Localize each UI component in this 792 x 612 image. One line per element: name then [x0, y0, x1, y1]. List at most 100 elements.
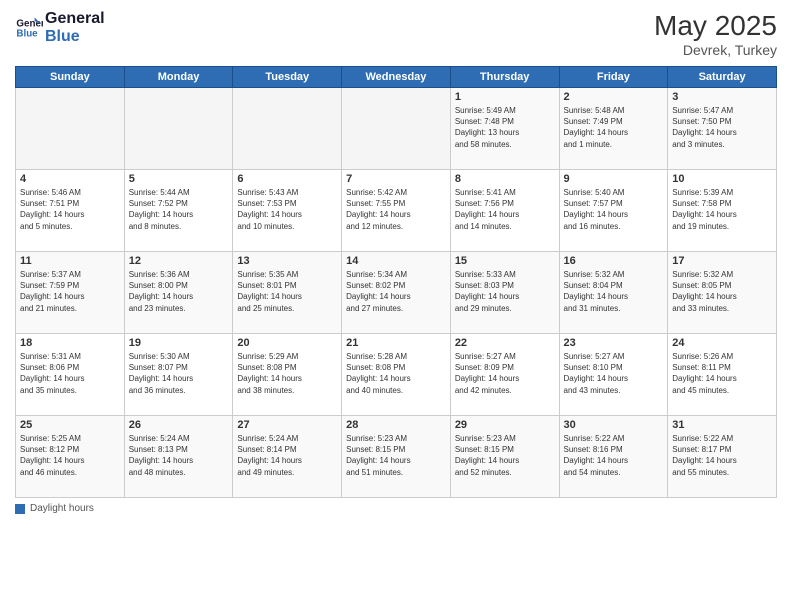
header-saturday: Saturday [668, 67, 777, 88]
header-wednesday: Wednesday [342, 67, 451, 88]
calendar-cell: 9 Sunrise: 5:40 AM Sunset: 7:57 PM Daylig… [559, 170, 668, 252]
day-info: Sunrise: 5:41 AM Sunset: 7:56 PM Dayligh… [455, 187, 555, 232]
day-info: Sunrise: 5:43 AM Sunset: 7:53 PM Dayligh… [237, 187, 337, 232]
calendar-header-row: Sunday Monday Tuesday Wednesday Thursday… [16, 67, 777, 88]
day-number: 17 [672, 255, 772, 267]
calendar-week-5: 25Sunrise: 5:25 AM Sunset: 8:12 PM Dayli… [16, 416, 777, 498]
header: General Blue General Blue May 2025 Devre… [15, 10, 777, 58]
calendar-cell: 21 Sunrise: 5:28 AM Sunset: 8:08 PM Dayli… [342, 334, 451, 416]
calendar-cell: 30Sunrise: 5:22 AM Sunset: 8:16 PM Dayli… [559, 416, 668, 498]
day-number: 3 [672, 91, 772, 103]
calendar-cell: 26 Sunrise: 5:24 AM Sunset: 8:13 PM Dayli… [124, 416, 233, 498]
calendar-cell: 24 Sunrise: 5:26 AM Sunset: 8:11 PM Dayli… [668, 334, 777, 416]
logo-icon: General Blue [15, 14, 43, 42]
footer-label: Daylight hours [30, 503, 94, 514]
calendar-cell: 6 Sunrise: 5:43 AM Sunset: 7:53 PM Daylig… [233, 170, 342, 252]
calendar-week-2: 4Sunrise: 5:46 AM Sunset: 7:51 PM Daylig… [16, 170, 777, 252]
calendar-cell [16, 88, 125, 170]
calendar-cell: 28 Sunrise: 5:23 AM Sunset: 8:15 PM Dayli… [342, 416, 451, 498]
day-number: 31 [672, 419, 772, 431]
day-number: 10 [672, 173, 772, 185]
header-tuesday: Tuesday [233, 67, 342, 88]
day-number: 30 [564, 419, 664, 431]
day-info: Sunrise: 5:37 AM Sunset: 7:59 PM Dayligh… [20, 269, 120, 314]
day-number: 27 [237, 419, 337, 431]
calendar-table: Sunday Monday Tuesday Wednesday Thursday… [15, 66, 777, 498]
day-number: 23 [564, 337, 664, 349]
calendar-cell: 8 Sunrise: 5:41 AM Sunset: 7:56 PM Daylig… [450, 170, 559, 252]
calendar-cell: 11 Sunrise: 5:37 AM Sunset: 7:59 PM Dayli… [16, 252, 125, 334]
header-sunday: Sunday [16, 67, 125, 88]
day-number: 7 [346, 173, 446, 185]
page: General Blue General Blue May 2025 Devre… [0, 0, 792, 612]
day-number: 9 [564, 173, 664, 185]
day-number: 15 [455, 255, 555, 267]
day-info: Sunrise: 5:40 AM Sunset: 7:57 PM Dayligh… [564, 187, 664, 232]
day-info: Sunrise: 5:28 AM Sunset: 8:08 PM Dayligh… [346, 351, 446, 396]
calendar-cell: 3 Sunrise: 5:47 AM Sunset: 7:50 PM Daylig… [668, 88, 777, 170]
day-info: Sunrise: 5:34 AM Sunset: 8:02 PM Dayligh… [346, 269, 446, 314]
calendar-cell [124, 88, 233, 170]
day-info: Sunrise: 5:47 AM Sunset: 7:50 PM Dayligh… [672, 105, 772, 150]
day-info: Sunrise: 5:23 AM Sunset: 8:15 PM Dayligh… [346, 433, 446, 478]
calendar-cell: 13Sunrise: 5:35 AM Sunset: 8:01 PM Dayli… [233, 252, 342, 334]
day-number: 20 [237, 337, 337, 349]
calendar-cell: 5Sunrise: 5:44 AM Sunset: 7:52 PM Daylig… [124, 170, 233, 252]
day-info: Sunrise: 5:39 AM Sunset: 7:58 PM Dayligh… [672, 187, 772, 232]
day-info: Sunrise: 5:46 AM Sunset: 7:51 PM Dayligh… [20, 187, 120, 232]
day-number: 18 [20, 337, 120, 349]
header-thursday: Thursday [450, 67, 559, 88]
title-block: May 2025 Devrek, Turkey [654, 10, 777, 58]
day-number: 5 [129, 173, 229, 185]
day-number: 24 [672, 337, 772, 349]
calendar-cell: 10 Sunrise: 5:39 AM Sunset: 7:58 PM Dayli… [668, 170, 777, 252]
day-number: 16 [564, 255, 664, 267]
day-info: Sunrise: 5:48 AM Sunset: 7:49 PM Dayligh… [564, 105, 664, 150]
footer-dot [15, 504, 25, 514]
calendar-cell: 4Sunrise: 5:46 AM Sunset: 7:51 PM Daylig… [16, 170, 125, 252]
day-number: 14 [346, 255, 446, 267]
day-info: Sunrise: 5:27 AM Sunset: 8:09 PM Dayligh… [455, 351, 555, 396]
logo-general: General [45, 10, 105, 28]
day-info: Sunrise: 5:30 AM Sunset: 8:07 PM Dayligh… [129, 351, 229, 396]
day-info: Sunrise: 5:24 AM Sunset: 8:14 PM Dayligh… [237, 433, 337, 478]
day-info: Sunrise: 5:23 AM Sunset: 8:15 PM Dayligh… [455, 433, 555, 478]
svg-text:Blue: Blue [16, 28, 38, 39]
calendar-cell: 27 Sunrise: 5:24 AM Sunset: 8:14 PM Dayli… [233, 416, 342, 498]
logo-blue: Blue [45, 28, 105, 46]
calendar-cell: 20Sunrise: 5:29 AM Sunset: 8:08 PM Dayli… [233, 334, 342, 416]
day-number: 8 [455, 173, 555, 185]
calendar-cell: 31 Sunrise: 5:22 AM Sunset: 8:17 PM Dayli… [668, 416, 777, 498]
day-info: Sunrise: 5:33 AM Sunset: 8:03 PM Dayligh… [455, 269, 555, 314]
day-number: 12 [129, 255, 229, 267]
day-number: 6 [237, 173, 337, 185]
calendar-cell: 16Sunrise: 5:32 AM Sunset: 8:04 PM Dayli… [559, 252, 668, 334]
day-info: Sunrise: 5:49 AM Sunset: 7:48 PM Dayligh… [455, 105, 555, 150]
day-number: 11 [20, 255, 120, 267]
calendar-cell: 22Sunrise: 5:27 AM Sunset: 8:09 PM Dayli… [450, 334, 559, 416]
day-info: Sunrise: 5:42 AM Sunset: 7:55 PM Dayligh… [346, 187, 446, 232]
day-info: Sunrise: 5:22 AM Sunset: 8:17 PM Dayligh… [672, 433, 772, 478]
day-info: Sunrise: 5:31 AM Sunset: 8:06 PM Dayligh… [20, 351, 120, 396]
month-year: May 2025 [654, 10, 777, 42]
day-number: 21 [346, 337, 446, 349]
day-info: Sunrise: 5:36 AM Sunset: 8:00 PM Dayligh… [129, 269, 229, 314]
day-number: 26 [129, 419, 229, 431]
calendar-cell: 12 Sunrise: 5:36 AM Sunset: 8:00 PM Dayli… [124, 252, 233, 334]
day-info: Sunrise: 5:26 AM Sunset: 8:11 PM Dayligh… [672, 351, 772, 396]
calendar-week-4: 18 Sunrise: 5:31 AM Sunset: 8:06 PM Dayli… [16, 334, 777, 416]
calendar-cell: 18 Sunrise: 5:31 AM Sunset: 8:06 PM Dayli… [16, 334, 125, 416]
calendar-cell: 19 Sunrise: 5:30 AM Sunset: 8:07 PM Dayli… [124, 334, 233, 416]
calendar-cell: 25Sunrise: 5:25 AM Sunset: 8:12 PM Dayli… [16, 416, 125, 498]
day-info: Sunrise: 5:27 AM Sunset: 8:10 PM Dayligh… [564, 351, 664, 396]
day-number: 28 [346, 419, 446, 431]
day-number: 1 [455, 91, 555, 103]
calendar-week-1: 1 Sunrise: 5:49 AM Sunset: 7:48 PM Daylig… [16, 88, 777, 170]
calendar-cell: 17Sunrise: 5:32 AM Sunset: 8:05 PM Dayli… [668, 252, 777, 334]
day-info: Sunrise: 5:24 AM Sunset: 8:13 PM Dayligh… [129, 433, 229, 478]
logo: General Blue General Blue [15, 10, 105, 45]
calendar-cell: 15 Sunrise: 5:33 AM Sunset: 8:03 PM Dayli… [450, 252, 559, 334]
day-number: 25 [20, 419, 120, 431]
header-friday: Friday [559, 67, 668, 88]
day-number: 19 [129, 337, 229, 349]
